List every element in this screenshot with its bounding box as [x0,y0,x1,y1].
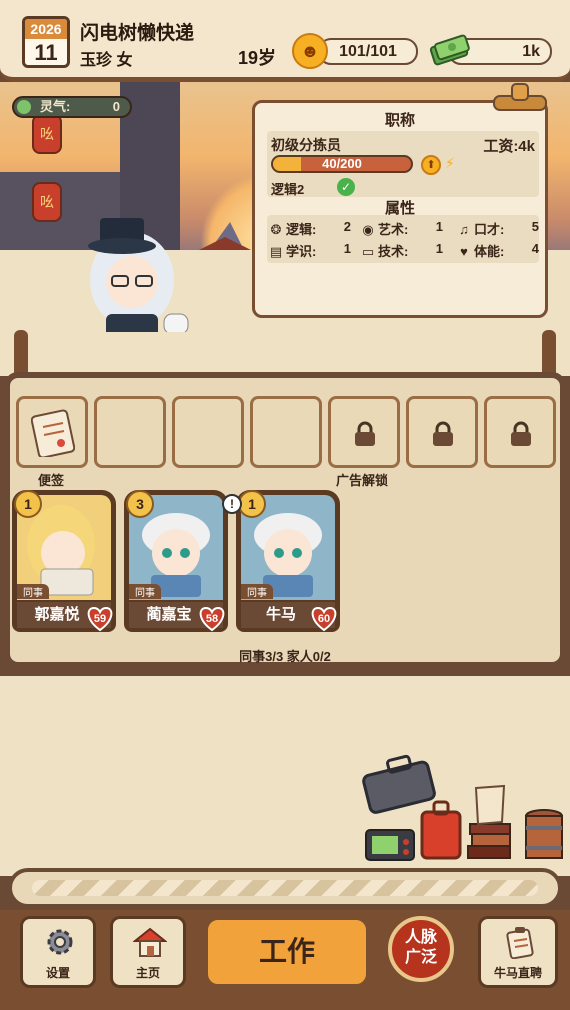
clipboard-clip-icon [493,83,547,111]
salary: 工资:4k [483,138,535,155]
attr-knowledge: ▤ 学识: 1 [269,241,351,259]
locked-slot[interactable] [406,396,478,468]
network-badge-button[interactable]: 人脉 广泛 [388,916,454,982]
colleague-tag: 同事 [129,584,161,599]
smiley-face-icon: ☻ [292,33,328,69]
note-slot[interactable] [16,396,88,468]
barrel-icon[interactable] [522,808,566,864]
rail-post [542,330,556,378]
promote-arrow-icon[interactable]: ⬆ [421,155,441,175]
lightning-icon: ⚡ [445,155,455,171]
brain-icon: ❂ [270,222,282,237]
level-badge: 1 [238,490,266,518]
clipboard-icon [506,927,534,959]
heart-shield-icon: ♥ [460,244,468,259]
locked-slot[interactable] [484,396,556,468]
network-line1: 人脉 [404,929,437,946]
lips-icon: ◉ [362,222,374,237]
heart-icon: 59 [87,606,113,632]
home-label: 主页 [135,966,160,980]
calendar-day: 11 [34,40,58,65]
progress-stripes [32,880,538,896]
books-and-scroll-icon[interactable] [466,784,514,862]
xp-progress-bar: 40/200 [271,155,413,173]
book-icon: ▤ [269,244,283,259]
shelf-rail [0,332,570,376]
svg-text:58: 58 [206,613,218,625]
attr-eloquence: ♫ 口才: 5 [457,219,539,238]
level-badge: 1 [14,490,42,518]
xp-fill [273,157,301,171]
qi-icon [17,100,31,114]
cash-stack-icon [429,34,470,66]
note-slot-label: 便签 [38,473,65,488]
mood-value: 101/101 [318,38,418,65]
attr-logic: ❂ 逻辑: 2 [270,219,351,237]
attr-art: ◉ 艺术: 1 [362,219,443,237]
promotion-requirement: 逻辑2 [271,182,305,197]
lock-icon [355,421,375,446]
gear-icon [47,929,73,955]
alert-bubble-icon: ! [222,494,242,514]
colleague-card[interactable]: 同事 牛马 1 60 [236,490,340,632]
player-character[interactable] [72,210,192,340]
calendar-date: 2026 11 [22,16,70,68]
settings-label: 设置 [45,966,70,980]
calendar-year: 2026 [25,19,67,39]
colleague-tag: 同事 [241,584,273,599]
level-badge: 3 [126,490,154,518]
job-info-card: 职称 初级分拣员 工资:4k 40/200 ⬆ ⚡ 逻辑2 ✓ 属性 ❂ 逻辑: 2… [252,100,548,318]
xp-text: 40/200 [322,156,362,171]
retro-tv-icon[interactable] [364,826,416,862]
company-name: 闪电树懒快递 [80,23,195,44]
work-progress-track [8,868,562,908]
clipboard-note-icon [31,409,75,457]
settings-button[interactable]: 设置 [20,916,96,988]
qi-value: 0 [112,99,120,114]
qi-label: 灵气: [40,99,71,114]
empty-slot[interactable] [94,396,166,468]
empty-slot[interactable] [172,396,244,468]
colleague-card[interactable]: 同事 蔺嘉宝 3 58 [124,490,228,632]
network-line2: 广泛 [404,949,437,966]
svg-text:59: 59 [94,613,106,625]
suitcase-icon[interactable] [418,800,464,862]
attr-tech: ▭ 技术: 1 [361,241,443,259]
player-name-gender: 玉珍 女 [80,52,133,69]
empty-slot[interactable] [250,396,322,468]
check-icon: ✓ [337,178,355,196]
job-title: 初级分拣员 [271,137,341,153]
recruit-label: 牛马直聘 [493,966,542,980]
lantern-icon: 吆 [32,182,62,222]
house-icon [133,927,167,957]
recruit-button[interactable]: 牛马直聘 [478,916,558,988]
colleague-family-count: 同事3/3 家人0/2 [239,649,331,664]
lock-icon [433,421,453,446]
heart-icon: 58 [199,606,225,632]
spirit-energy-badge: 灵气: 0 [12,96,132,118]
ad-unlock-label[interactable]: 广告解锁 [336,470,388,489]
attr-stamina: ♥ 体能: 4 [457,241,539,260]
locked-slot[interactable] [328,396,400,468]
rail-post [14,330,28,378]
music-note-icon: ♫ [459,222,469,237]
lock-icon [511,421,531,446]
lantern-icon: 吆 [32,114,62,154]
home-button[interactable]: 主页 [110,916,186,988]
work-button[interactable]: 工作 [204,916,370,988]
monitor-icon: ▭ [361,244,375,259]
colleague-card[interactable]: 同事 郭嘉悦 1 59 [12,490,116,632]
colleague-tag: 同事 [17,584,49,599]
svg-text:60: 60 [318,613,330,625]
heart-icon: 60 [311,606,337,632]
player-age: 19岁 [238,48,277,68]
